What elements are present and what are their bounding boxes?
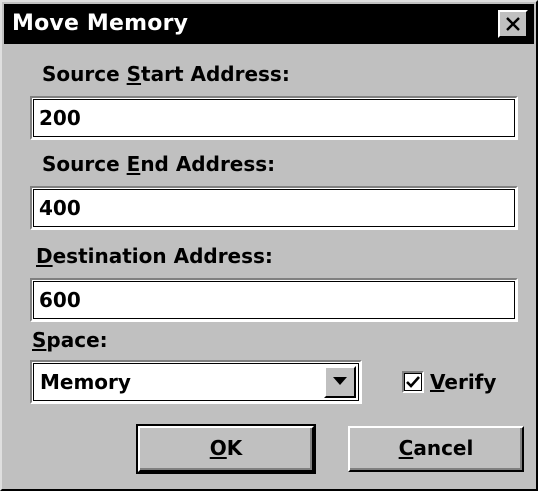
- destination-field[interactable]: [30, 278, 518, 322]
- ok-button[interactable]: OK: [136, 424, 316, 474]
- source-start-field[interactable]: [30, 96, 518, 140]
- verify-checkbox[interactable]: [402, 371, 424, 393]
- window-title: Move Memory: [12, 11, 189, 36]
- cancel-button[interactable]: Cancel: [348, 426, 524, 472]
- source-end-input[interactable]: [37, 193, 509, 223]
- close-button[interactable]: [498, 10, 528, 38]
- space-label: Space:: [32, 328, 108, 352]
- source-start-input[interactable]: [37, 103, 509, 133]
- move-memory-dialog: Move Memory Source Start Address: Source…: [0, 0, 538, 491]
- source-start-label: Source Start Address:: [42, 62, 290, 86]
- check-icon: [406, 376, 420, 388]
- space-dropdown-button[interactable]: [324, 366, 356, 398]
- close-icon: [506, 17, 520, 31]
- destination-label: Destination Address:: [36, 244, 273, 268]
- verify-label: Verify: [430, 370, 497, 394]
- destination-input[interactable]: [37, 285, 509, 315]
- source-end-label: Source End Address:: [42, 152, 276, 176]
- title-bar[interactable]: Move Memory: [4, 4, 534, 44]
- space-selected-value: Memory: [40, 370, 131, 394]
- chevron-down-icon: [333, 377, 347, 385]
- source-end-field[interactable]: [30, 186, 518, 230]
- space-select[interactable]: Memory: [30, 360, 362, 404]
